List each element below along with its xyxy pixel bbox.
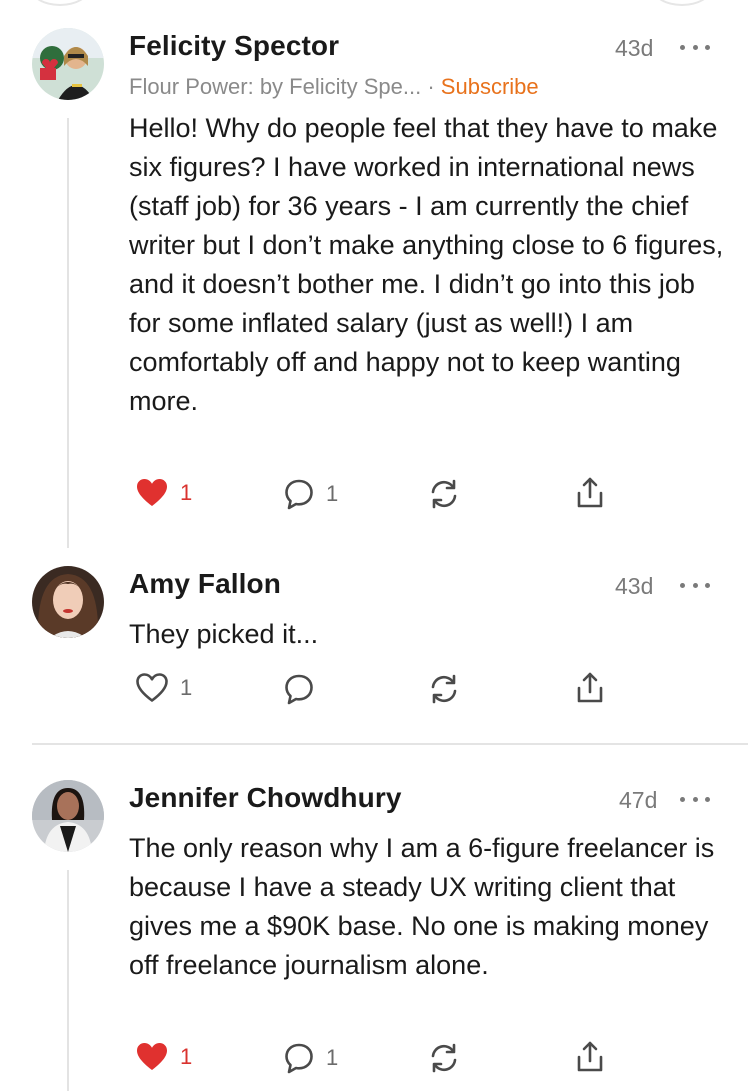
- restack-button[interactable]: [428, 1042, 460, 1074]
- comment-age: 43d: [615, 35, 654, 61]
- share-icon: [577, 477, 603, 508]
- thread-line: [67, 870, 69, 1091]
- like-button[interactable]: 1: [136, 478, 192, 508]
- comment-bubble-icon: [285, 674, 313, 705]
- comment-body: They picked it...: [129, 619, 319, 649]
- more-options-icon[interactable]: [680, 580, 710, 590]
- avatar[interactable]: [32, 566, 104, 638]
- reply-button[interactable]: 1: [284, 478, 338, 510]
- avatar[interactable]: [32, 28, 104, 100]
- more-options-icon[interactable]: [680, 42, 710, 52]
- heart-filled-icon: [137, 479, 167, 506]
- top-edge-shape: [652, 0, 712, 6]
- share-icon: [577, 672, 603, 703]
- comment-bubble-icon: [285, 1043, 313, 1074]
- comment-divider: [32, 743, 748, 745]
- restack-button[interactable]: [428, 673, 460, 705]
- author-name[interactable]: Felicity Spector: [129, 30, 339, 62]
- heart-filled-icon: [137, 1043, 167, 1070]
- top-edge-shape: [30, 0, 90, 6]
- like-count: 1: [180, 675, 193, 700]
- like-count: 1: [180, 480, 193, 505]
- author-name[interactable]: Amy Fallon: [129, 568, 281, 600]
- reply-count: 1: [326, 481, 339, 506]
- comment-bubble-icon: [285, 479, 313, 510]
- share-button[interactable]: [575, 671, 605, 705]
- reply-button[interactable]: 1: [284, 1042, 338, 1074]
- share-icon: [577, 1041, 603, 1072]
- subscribe-link[interactable]: Subscribe: [441, 74, 539, 99]
- share-button[interactable]: [575, 476, 605, 510]
- reply-button[interactable]: [284, 673, 314, 705]
- like-button[interactable]: 1: [136, 673, 192, 703]
- like-count: 1: [180, 1044, 193, 1069]
- separator: ·: [427, 74, 435, 99]
- heart-outline-icon: [136, 673, 168, 702]
- comment-age: 43d: [615, 573, 654, 599]
- avatar[interactable]: [32, 780, 104, 852]
- comment-body: The only reason why I am a 6-figure free…: [129, 833, 715, 980]
- like-button[interactable]: 1: [136, 1042, 192, 1072]
- more-options-icon[interactable]: [680, 794, 710, 804]
- comment-thread: Felicity Spector 43d Flour Power: by Fel…: [0, 0, 748, 1091]
- publication-line: Flour Power: by Felicity Spe... · Subscr…: [129, 74, 539, 100]
- thread-line: [67, 118, 69, 548]
- publication-name[interactable]: Flour Power: by Felicity Spe...: [129, 74, 421, 99]
- share-button[interactable]: [575, 1040, 605, 1074]
- comment-age: 47d: [619, 787, 658, 813]
- restack-icon: [431, 479, 457, 509]
- comment-body: Hello! Why do people feel that they have…: [129, 113, 724, 416]
- restack-icon: [431, 674, 457, 704]
- restack-icon: [431, 1043, 457, 1073]
- restack-button[interactable]: [428, 478, 460, 510]
- reply-count: 1: [326, 1045, 339, 1070]
- author-name[interactable]: Jennifer Chowdhury: [129, 782, 402, 814]
